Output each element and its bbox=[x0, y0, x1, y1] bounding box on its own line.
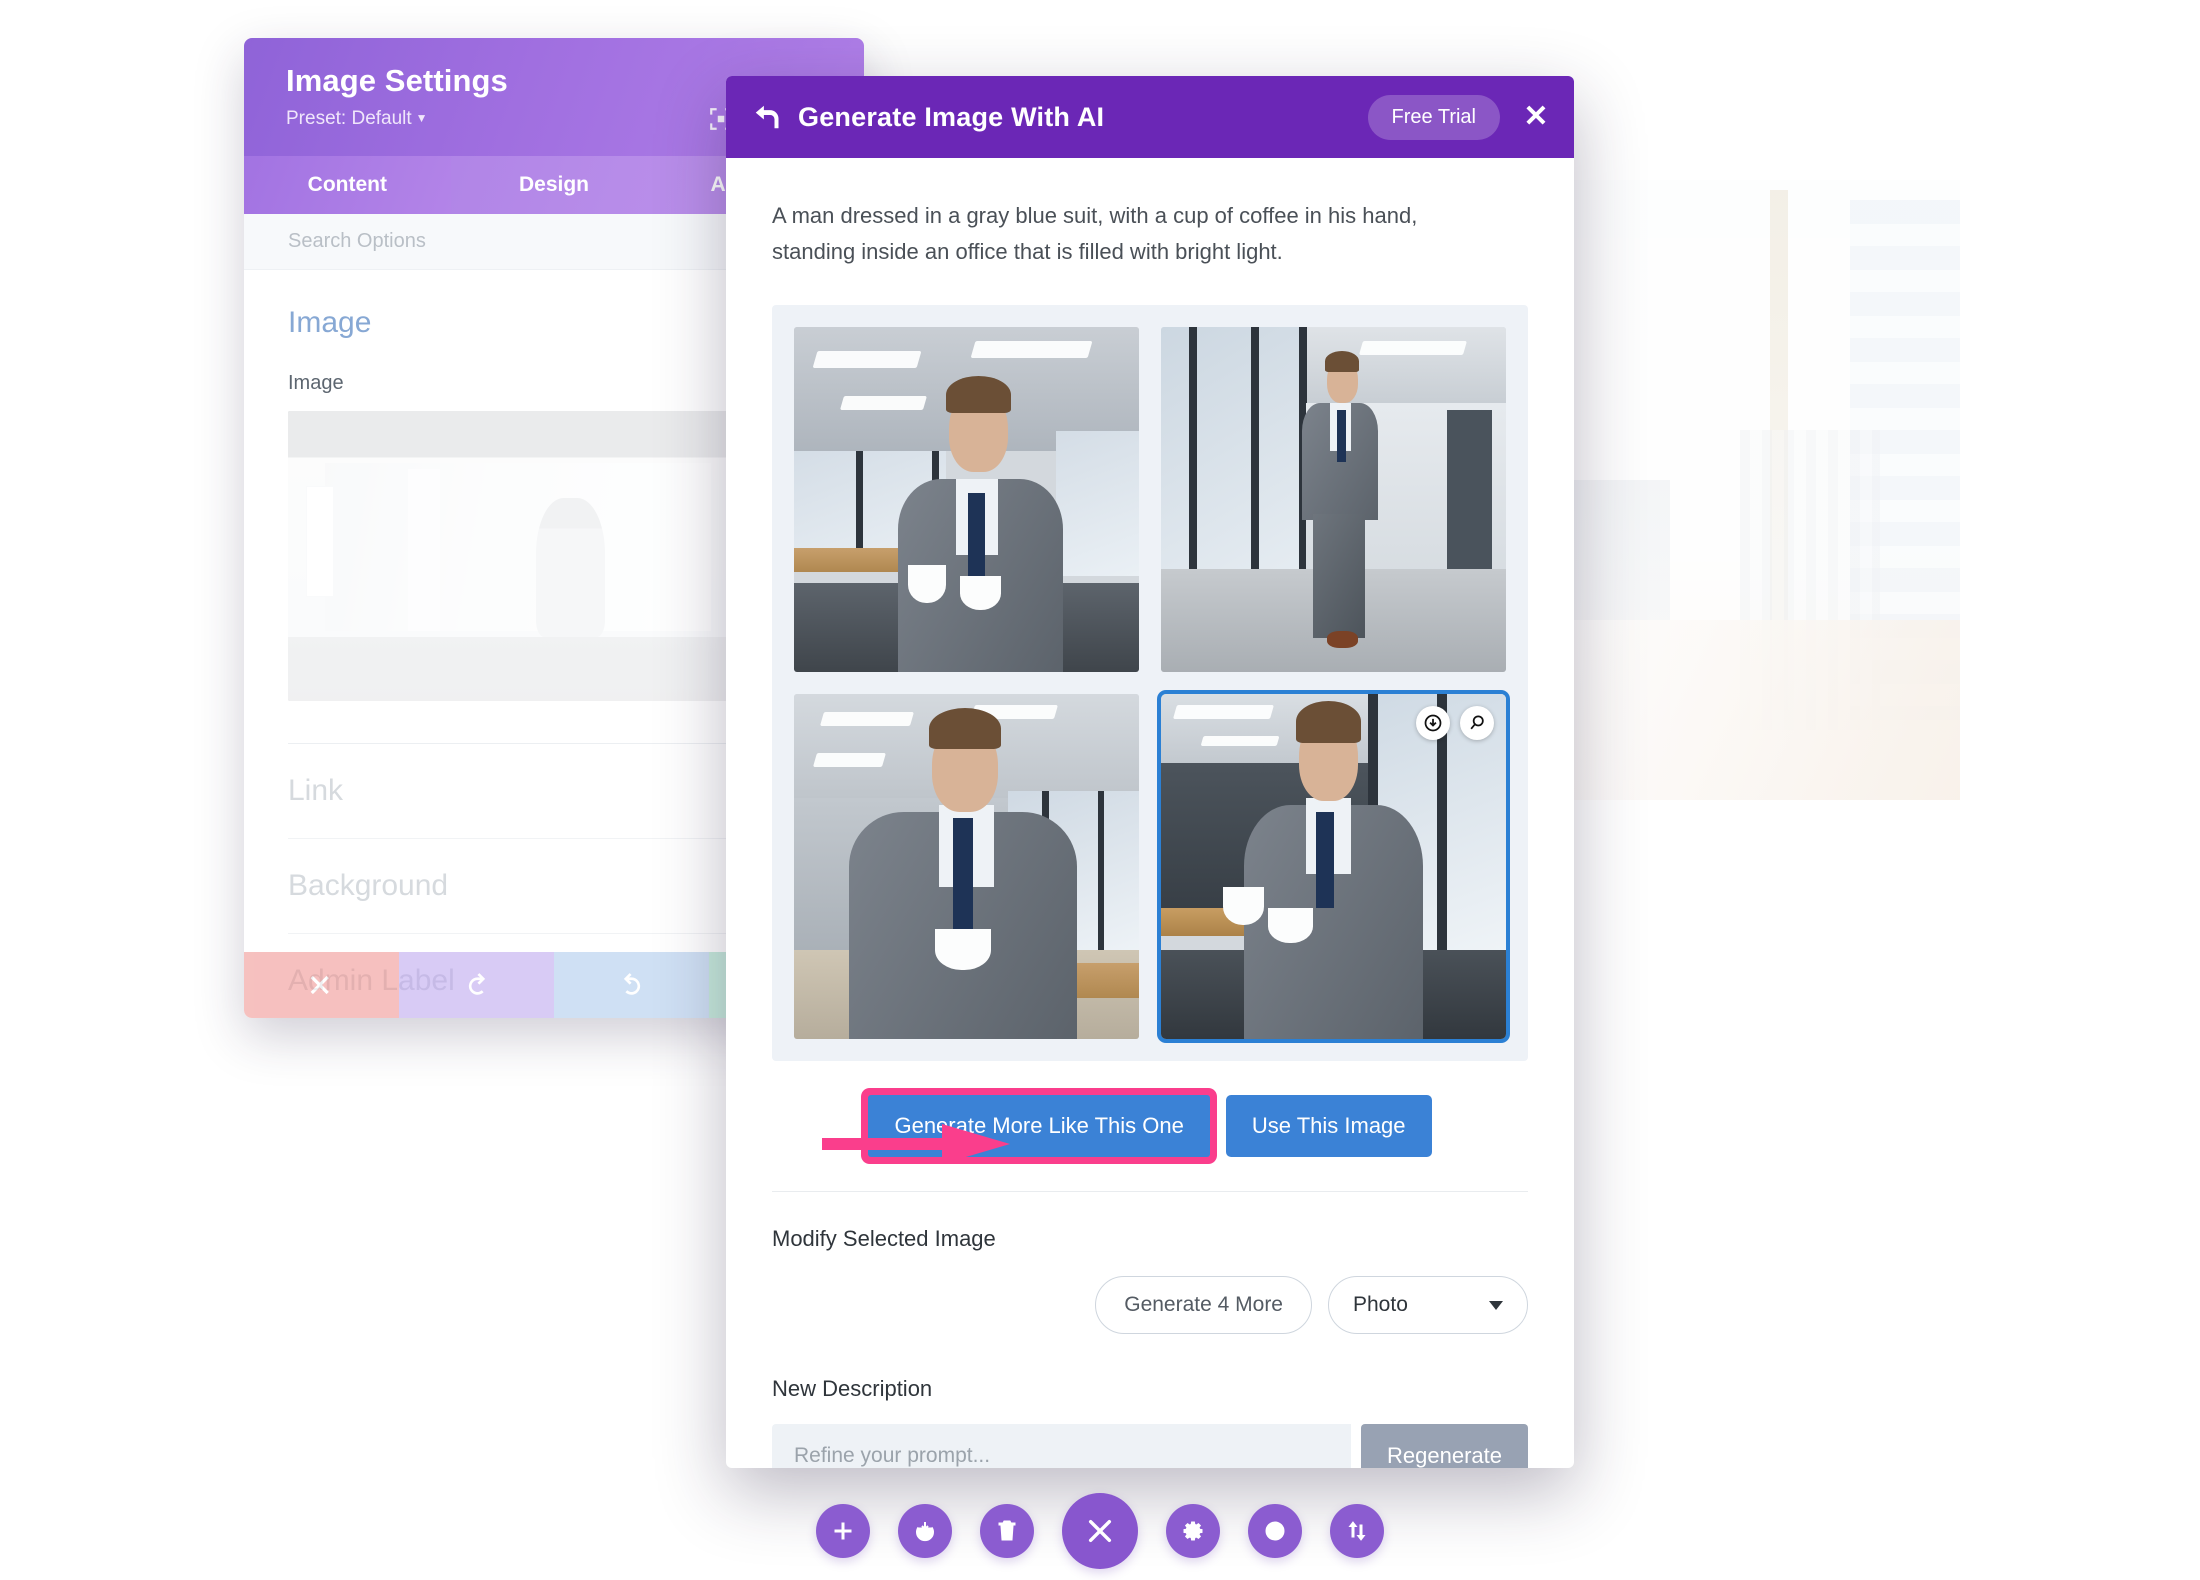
generated-image-3[interactable] bbox=[794, 694, 1139, 1040]
modify-heading: Modify Selected Image bbox=[772, 1226, 996, 1252]
builder-toolbar bbox=[0, 1482, 2200, 1580]
refine-prompt-input[interactable] bbox=[772, 1424, 1352, 1468]
new-description-section: New Description Regenerate bbox=[726, 1334, 1574, 1468]
close-icon bbox=[1088, 1519, 1112, 1543]
responsive-button[interactable] bbox=[1330, 1504, 1384, 1558]
undo-button[interactable] bbox=[399, 952, 554, 1018]
modify-selected-image-section: Modify Selected Image Generate 4 More Ph… bbox=[726, 1192, 1574, 1335]
style-select-value: Photo bbox=[1353, 1293, 1408, 1317]
plus-icon bbox=[834, 1522, 852, 1540]
download-icon[interactable] bbox=[1416, 706, 1450, 741]
close-builder-button[interactable] bbox=[1062, 1493, 1138, 1569]
regenerate-button[interactable]: Regenerate bbox=[1361, 1424, 1528, 1468]
tab-content[interactable]: Content bbox=[244, 156, 451, 214]
generate-image-ai-modal: Generate Image With AI Free Trial ✕ A ma… bbox=[726, 76, 1574, 1468]
add-button[interactable] bbox=[816, 1504, 870, 1558]
save-draft-button[interactable] bbox=[898, 1504, 952, 1558]
free-trial-badge[interactable]: Free Trial bbox=[1367, 94, 1500, 140]
preset-label: Preset: Default bbox=[286, 108, 412, 130]
generated-image-2[interactable] bbox=[1161, 327, 1506, 673]
chevron-down-icon bbox=[1489, 1300, 1503, 1310]
tab-design[interactable]: Design bbox=[451, 156, 658, 214]
generated-image-1[interactable] bbox=[794, 327, 1139, 673]
modify-controls-row: Generate 4 More Photo bbox=[772, 1276, 1528, 1335]
trash-icon bbox=[998, 1520, 1016, 1541]
redo-icon bbox=[623, 973, 640, 995]
clock-icon bbox=[1265, 1521, 1285, 1541]
screen-root: Image Settings Preset: Default ▼ Content … bbox=[0, 0, 2200, 1580]
sort-updown-icon bbox=[1348, 1521, 1366, 1541]
style-select[interactable]: Photo bbox=[1328, 1276, 1528, 1335]
prompt-text: A man dressed in a gray blue suit, with … bbox=[772, 203, 1418, 264]
gear-icon bbox=[1183, 1521, 1203, 1541]
modal-title: Generate Image With AI bbox=[798, 101, 1105, 132]
use-this-image-button[interactable]: Use This Image bbox=[1225, 1095, 1432, 1158]
background-page-photo bbox=[1540, 180, 1960, 800]
back-arrow-icon[interactable] bbox=[752, 102, 782, 132]
pink-annotation-arrow bbox=[822, 1124, 1010, 1165]
chevron-down-icon: ▼ bbox=[415, 111, 428, 126]
generate-4-more-button[interactable]: Generate 4 More bbox=[1095, 1276, 1312, 1335]
history-button[interactable] bbox=[1248, 1504, 1302, 1558]
undo-icon bbox=[468, 973, 485, 995]
redo-button[interactable] bbox=[554, 952, 709, 1018]
close-icon bbox=[310, 975, 329, 995]
generated-images-grid bbox=[772, 305, 1528, 1062]
image-overlay-actions bbox=[1416, 706, 1494, 741]
primary-actions-row: Generate More Like This One Use This Ima… bbox=[772, 1095, 1528, 1191]
modal-body: A man dressed in a gray blue suit, with … bbox=[726, 158, 1574, 1191]
generated-image-4-selected[interactable] bbox=[1161, 694, 1506, 1040]
trash-button[interactable] bbox=[980, 1504, 1034, 1558]
power-save-icon bbox=[916, 1522, 934, 1542]
settings-button[interactable] bbox=[1166, 1504, 1220, 1558]
close-icon[interactable]: ✕ bbox=[1522, 102, 1550, 132]
discard-button[interactable] bbox=[244, 952, 399, 1018]
zoom-search-icon[interactable] bbox=[1460, 706, 1494, 741]
new-description-heading: New Description bbox=[772, 1376, 933, 1402]
image-preview-thumbnail[interactable] bbox=[288, 411, 748, 701]
modal-header: Generate Image With AI Free Trial ✕ bbox=[726, 76, 1574, 158]
